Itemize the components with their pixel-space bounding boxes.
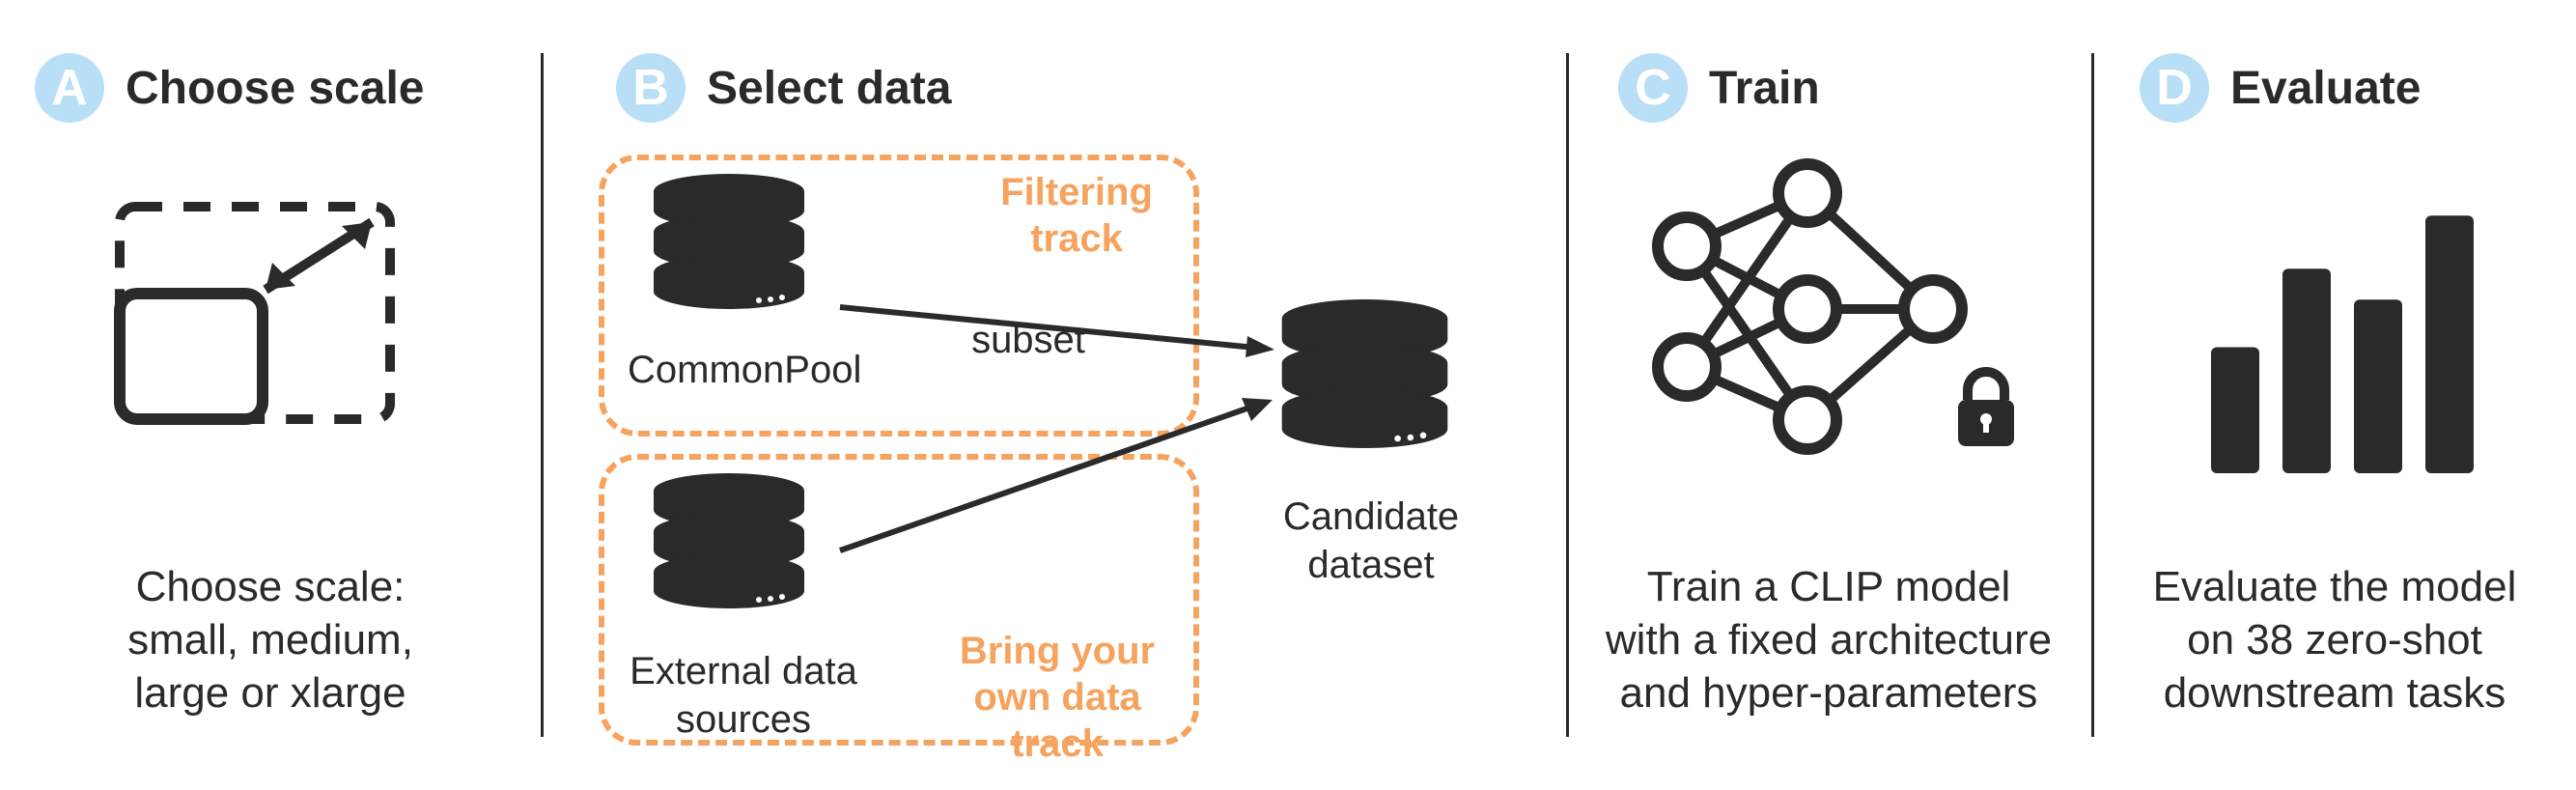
external-label: External data sources — [608, 647, 879, 744]
caption-a: Choose scale: small, medium, large or xl… — [77, 560, 463, 719]
step-title-a: Choose scale — [126, 62, 424, 115]
database-icon-commonpool — [647, 174, 811, 333]
bar — [2211, 348, 2259, 474]
step-title-c: Train — [1709, 62, 1820, 115]
step-title-d: Evaluate — [2230, 62, 2421, 115]
diagram-canvas: A Choose scale Choose scale: small, medi… — [0, 0, 2576, 790]
panel-evaluate: D Evaluate Evaluate the model on 38 zero… — [2091, 19, 2576, 771]
database-icon-candidate — [1274, 299, 1458, 473]
caption-c: Train a CLIP model with a fixed architec… — [1587, 560, 2070, 719]
filtering-track-label: Filtering track — [970, 169, 1183, 262]
bar-chart-icon — [2188, 183, 2497, 473]
step-badge-c: C — [1618, 53, 1688, 123]
panel-choose-scale: A Choose scale Choose scale: small, medi… — [0, 19, 541, 771]
bar — [2282, 268, 2331, 473]
panel-train: C Train — [1566, 19, 2091, 771]
step-title-b: Select data — [707, 62, 951, 115]
step-badge-b: B — [616, 53, 686, 123]
byod-track-label: Bring your own data track — [927, 628, 1188, 767]
step-badge-a: A — [35, 53, 104, 123]
lock-icon — [1952, 367, 1953, 368]
bar — [2354, 299, 2402, 473]
step-badge-d: D — [2140, 53, 2209, 123]
neural-network-icon — [1634, 164, 2030, 493]
subset-label: subset — [956, 316, 1101, 364]
arrow-byod — [830, 377, 1294, 579]
panel-select-data: B Select data Filtering track Bring your… — [541, 19, 1566, 771]
step-letter-c: C — [1635, 59, 1671, 117]
step-letter-a: A — [51, 59, 88, 117]
step-letter-b: B — [632, 59, 669, 117]
candidate-label: Candidate dataset — [1260, 493, 1482, 589]
bar — [2425, 215, 2474, 473]
step-letter-d: D — [2156, 59, 2193, 117]
caption-d: Evaluate the model on 38 zero-shot downs… — [2122, 560, 2547, 719]
database-icon-external — [647, 473, 811, 633]
scale-icon — [106, 193, 415, 464]
